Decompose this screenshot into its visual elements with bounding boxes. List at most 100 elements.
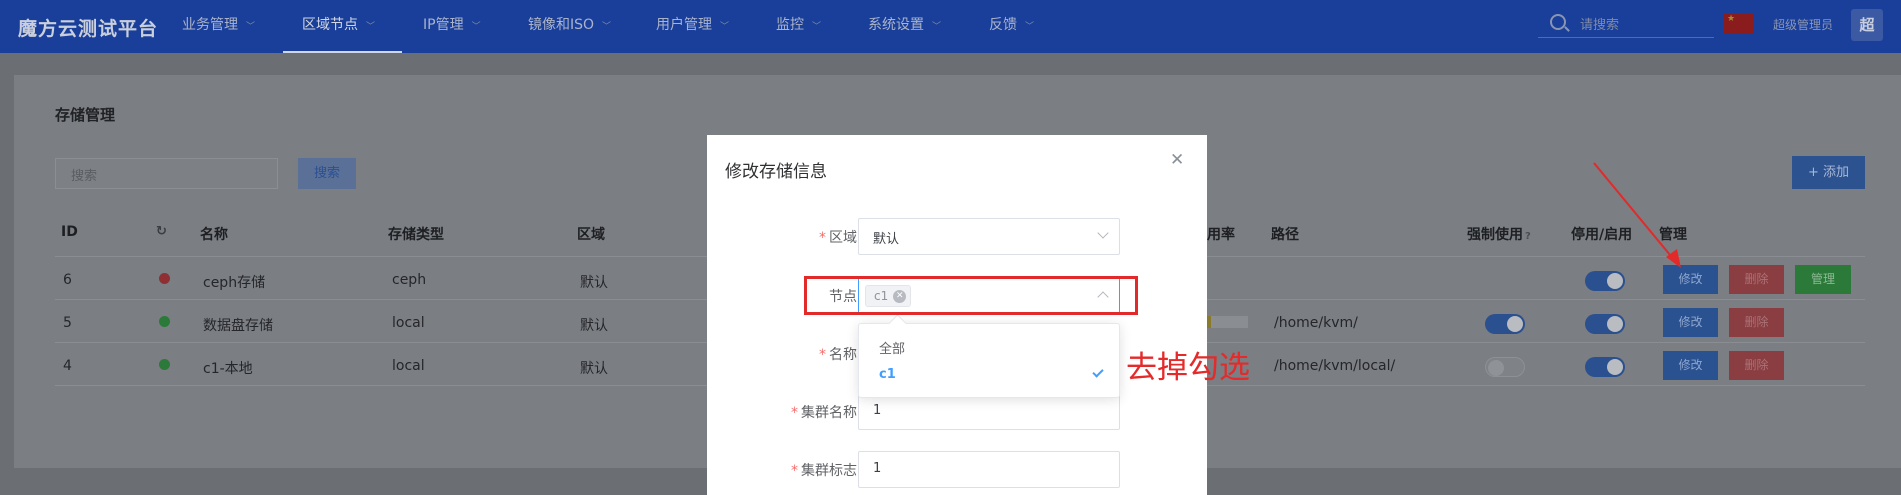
cluster-name-value: 1 xyxy=(873,403,882,418)
help-icon[interactable]: ? xyxy=(1525,231,1531,242)
active-nav-indicator xyxy=(283,51,402,53)
annotation-arrow-icon xyxy=(1593,162,1681,268)
search-placeholder: 搜索 xyxy=(71,169,98,184)
cluster-name-input[interactable]: 1 xyxy=(858,393,1120,430)
chevron-down-icon: ﹀ xyxy=(1025,22,1035,32)
delete-button[interactable]: 删除 xyxy=(1729,351,1784,380)
nav-label: 业务管理 xyxy=(182,17,238,33)
dropdown-option-c1[interactable]: c1 xyxy=(879,367,896,382)
add-button[interactable]: + 添加 xyxy=(1792,156,1865,189)
table-row-path: /home/kvm/ xyxy=(1274,315,1358,331)
china-flag-icon[interactable] xyxy=(1724,14,1754,34)
nav-item-monitor[interactable]: 监控 ﹀ xyxy=(776,0,821,53)
name-label-text: 名称 xyxy=(829,347,857,363)
nav-item-settings[interactable]: 系统设置 ﹀ xyxy=(868,0,941,53)
page-title: 存储管理 xyxy=(55,106,116,124)
cluster-id-label: * 集群标志 xyxy=(791,463,857,479)
edit-storage-dialog: 修改存储信息 ✕ * 区域 默认 节点 c1 ✕ * 名称 * 集群名称 1 * 集群标志… xyxy=(707,135,1207,495)
chevron-down-icon: ﹀ xyxy=(812,22,822,32)
chevron-down-icon: ﹀ xyxy=(932,22,942,32)
table-row-path: /home/kvm/local/ xyxy=(1274,358,1396,374)
annotation-note: 去掉勾选 xyxy=(1126,350,1250,386)
nav-item-image-iso[interactable]: 镜像和ISO ﹀ xyxy=(528,0,611,53)
delete-button[interactable]: 删除 xyxy=(1729,265,1784,294)
nav-item-ip[interactable]: IP管理 ﹀ xyxy=(423,0,481,53)
chevron-down-icon: ﹀ xyxy=(471,22,481,32)
cluster-id-input[interactable]: 1 xyxy=(858,451,1120,488)
table-row-id: 6 xyxy=(63,272,72,288)
nav-item-region-node[interactable]: 区域节点 ﹀ xyxy=(302,0,375,53)
col-header-force-label: 强制使用 xyxy=(1467,227,1523,243)
table-row-type: local xyxy=(392,358,425,374)
list-search-input[interactable]: 搜索 xyxy=(55,158,278,189)
top-navbar: 魔方云测试平台 业务管理 ﹀ 区域节点 ﹀ IP管理 ﹀ 镜像和ISO ﹀ 用户管理 ﹀ … xyxy=(0,0,1901,53)
col-header-area: 区域 xyxy=(577,227,605,243)
ok-status-icon xyxy=(159,316,170,327)
col-header-usage-rate: 用率 xyxy=(1207,227,1235,243)
close-icon[interactable]: ✕ xyxy=(1170,150,1184,170)
avatar[interactable]: 超 xyxy=(1851,9,1883,41)
nav-item-feedback[interactable]: 反馈 ﹀ xyxy=(989,0,1034,53)
refresh-icon[interactable]: ↻ xyxy=(156,224,167,239)
nav-item-users[interactable]: 用户管理 ﹀ xyxy=(656,0,729,53)
chevron-down-icon: ﹀ xyxy=(602,22,612,32)
delete-button[interactable]: 删除 xyxy=(1729,308,1784,337)
global-search-input[interactable]: 请搜索 xyxy=(1538,10,1714,38)
annotation-highlight-box xyxy=(804,276,1138,315)
brand-logo[interactable]: 魔方云测试平台 xyxy=(18,14,158,41)
nav-label: 监控 xyxy=(776,17,804,33)
edit-button[interactable]: 修改 xyxy=(1663,308,1718,337)
enable-toggle[interactable] xyxy=(1585,314,1625,334)
chevron-down-icon: ﹀ xyxy=(366,22,376,32)
col-header-name: 名称 xyxy=(200,227,228,243)
chevron-down-icon: ﹀ xyxy=(720,22,730,32)
search-placeholder: 请搜索 xyxy=(1580,18,1620,33)
cluster-id-label-text: 集群标志 xyxy=(801,463,857,479)
search-icon xyxy=(1550,14,1566,30)
table-row-name: ceph存储 xyxy=(203,275,266,291)
node-dropdown: 全部 c1 xyxy=(858,323,1120,398)
name-label: * 名称 xyxy=(819,347,857,363)
table-row-area: 默认 xyxy=(580,318,608,334)
nav-label: 用户管理 xyxy=(656,17,712,33)
table-row-area: 默认 xyxy=(580,275,608,291)
usage-bar xyxy=(1203,316,1248,328)
col-header-type: 存储类型 xyxy=(388,227,444,243)
search-button[interactable]: 搜索 xyxy=(298,158,356,189)
force-toggle[interactable] xyxy=(1485,357,1525,377)
col-header-path: 路径 xyxy=(1271,227,1299,243)
area-value: 默认 xyxy=(873,232,900,247)
area-label-text: 区域 xyxy=(829,230,857,246)
check-icon xyxy=(1092,366,1104,378)
nav-label: 系统设置 xyxy=(868,17,924,33)
chevron-down-icon: ﹀ xyxy=(246,22,256,32)
table-row-area: 默认 xyxy=(580,361,608,377)
table-row-name: 数据盘存储 xyxy=(203,318,273,334)
nav-item-business[interactable]: 业务管理 ﹀ xyxy=(182,0,255,53)
table-row-id: 4 xyxy=(63,358,72,374)
area-select[interactable]: 默认 xyxy=(858,218,1120,255)
user-name[interactable]: 超级管理员 xyxy=(1773,16,1833,33)
cluster-name-label: * 集群名称 xyxy=(791,405,857,421)
nav-label: 区域节点 xyxy=(302,17,358,33)
edit-button[interactable]: 修改 xyxy=(1663,351,1718,380)
cluster-id-value: 1 xyxy=(873,461,882,476)
ok-status-icon xyxy=(159,359,170,370)
area-label: * 区域 xyxy=(819,230,857,246)
dialog-title: 修改存储信息 xyxy=(725,162,827,182)
table-row-type: local xyxy=(392,315,425,331)
error-status-icon xyxy=(159,273,170,284)
col-header-id: ID xyxy=(61,224,78,240)
dropdown-option-all[interactable]: 全部 xyxy=(879,338,905,357)
manage-button[interactable]: 管理 xyxy=(1795,265,1851,294)
table-row-id: 5 xyxy=(63,315,72,331)
table-row-name: c1-本地 xyxy=(203,361,253,377)
col-header-force: 强制使用? xyxy=(1467,224,1531,244)
nav-label: 反馈 xyxy=(989,17,1017,33)
enable-toggle[interactable] xyxy=(1585,357,1625,377)
nav-label: 镜像和ISO xyxy=(528,17,595,33)
chevron-down-icon xyxy=(1097,227,1109,239)
force-toggle[interactable] xyxy=(1485,314,1525,334)
nav-label: IP管理 xyxy=(423,17,464,33)
cluster-name-label-text: 集群名称 xyxy=(801,405,857,421)
